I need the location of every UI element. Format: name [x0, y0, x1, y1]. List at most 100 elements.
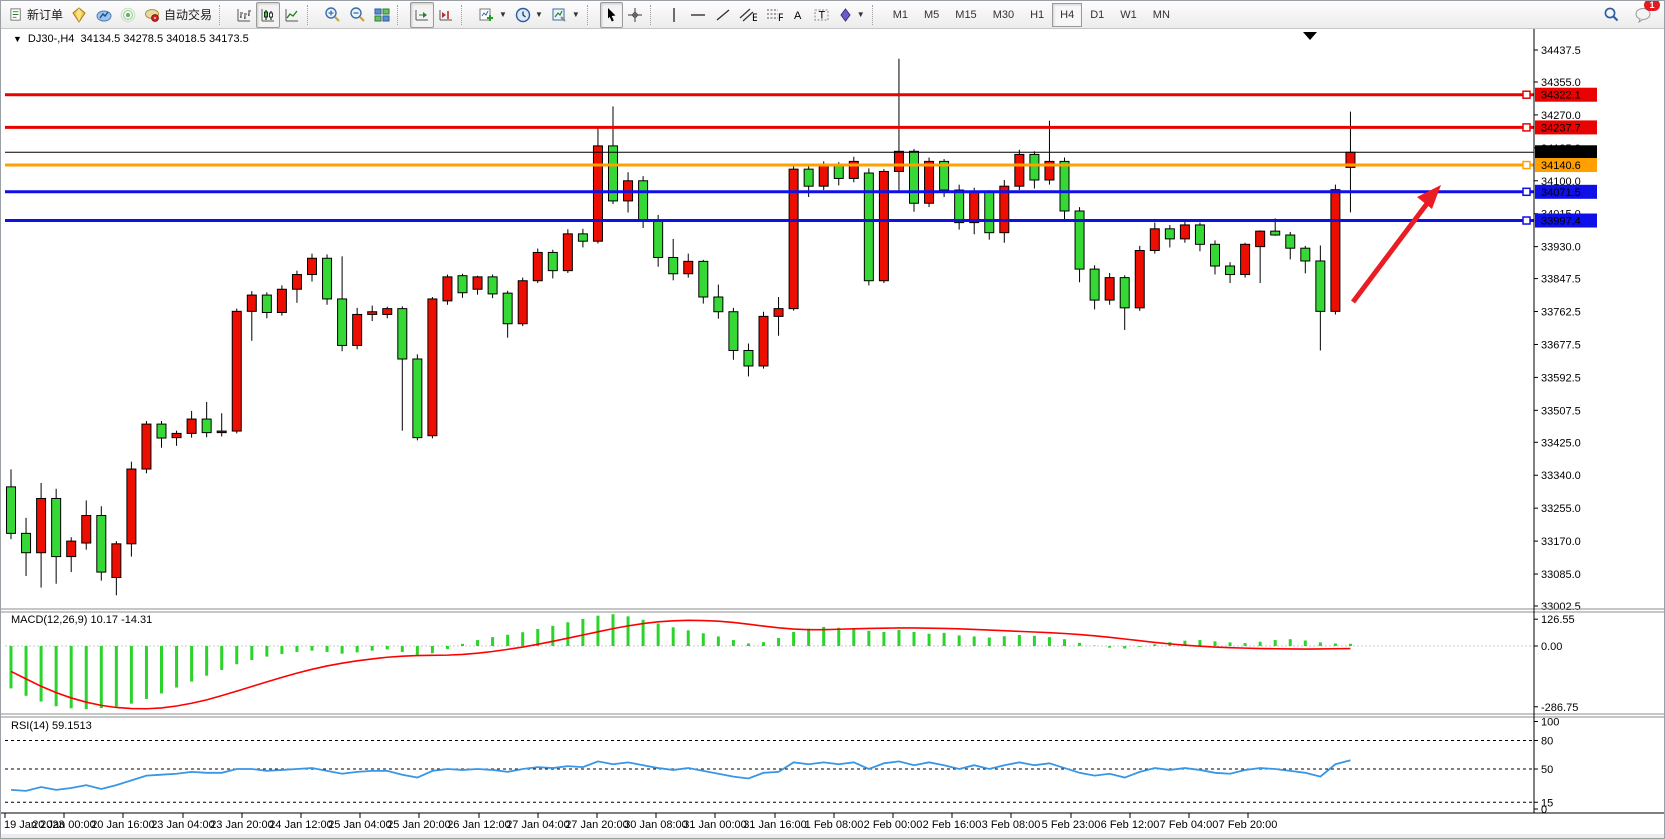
label-icon: T [813, 7, 830, 23]
new-chart-button[interactable]: ▼ [474, 2, 511, 28]
market-depth-button[interactable] [67, 2, 91, 28]
svg-text:80: 80 [1541, 736, 1553, 748]
text-button[interactable]: A [787, 2, 809, 28]
timeframe-MN[interactable]: MN [1145, 3, 1178, 27]
clock-icon [515, 7, 531, 23]
fibonacci-icon: F [765, 7, 783, 23]
chart-autoscroll-button[interactable] [410, 2, 434, 28]
svg-text:1 Feb 08:00: 1 Feb 08:00 [805, 819, 864, 831]
cloud-chart-icon [95, 7, 112, 23]
svg-text:31 Jan 00:00: 31 Jan 00:00 [683, 819, 747, 831]
svg-text:33170.0: 33170.0 [1541, 536, 1581, 548]
autoscroll-icon [414, 7, 430, 23]
tile-windows-icon [374, 7, 390, 23]
svg-text:2 Feb 16:00: 2 Feb 16:00 [923, 819, 982, 831]
new-order-button[interactable]: 新订单 [5, 2, 67, 28]
svg-text:25 Jan 20:00: 25 Jan 20:00 [387, 819, 451, 831]
svg-text:5 Feb 23:00: 5 Feb 23:00 [1042, 819, 1101, 831]
zoom-in-icon [324, 6, 341, 23]
crosshair-button[interactable] [623, 2, 647, 28]
channel-icon: E [739, 7, 757, 23]
horizontal-line-button[interactable] [685, 2, 711, 28]
shapes-button[interactable]: ▼ [834, 2, 869, 28]
timeframe-M30[interactable]: M30 [985, 3, 1022, 27]
dropdown-caret-icon: ▼ [572, 10, 580, 19]
crosshair-icon [627, 7, 643, 23]
strategy-tester-button[interactable] [91, 2, 116, 28]
rsi-indicator-label: RSI(14) 59.1513 [11, 720, 92, 732]
svg-text:33085.0: 33085.0 [1541, 569, 1581, 581]
svg-text:33425.0: 33425.0 [1541, 437, 1581, 449]
svg-text:3 Feb 08:00: 3 Feb 08:00 [982, 819, 1041, 831]
svg-text:24 Jan 12:00: 24 Jan 12:00 [269, 819, 333, 831]
svg-text:34173.5: 34173.5 [1541, 147, 1581, 159]
svg-text:34140.6: 34140.6 [1541, 160, 1581, 172]
zoom-in-button[interactable] [320, 2, 345, 28]
svg-text:F: F [778, 12, 783, 23]
svg-text:31 Jan 16:00: 31 Jan 16:00 [743, 819, 807, 831]
svg-text:27 Jan 04:00: 27 Jan 04:00 [506, 819, 570, 831]
timeframe-M5[interactable]: M5 [916, 3, 947, 27]
toolbar-grip [397, 5, 405, 25]
cursor-icon [604, 7, 619, 23]
svg-text:E: E [752, 12, 757, 23]
line-chart-button[interactable] [280, 2, 304, 28]
dropdown-caret-icon: ▼ [535, 10, 543, 19]
templates-button[interactable]: ▼ [547, 2, 584, 28]
svg-text:30 Jan 08:00: 30 Jan 08:00 [624, 819, 688, 831]
shapes-icon [838, 7, 853, 23]
dropdown-caret-icon: ▼ [499, 10, 507, 19]
search-button[interactable] [1598, 2, 1624, 28]
svg-text:33507.5: 33507.5 [1541, 405, 1581, 417]
timeframe-D1[interactable]: D1 [1082, 3, 1112, 27]
toolbar: 新订单 自动交易 [1, 1, 1665, 29]
svg-text:23 Jan 20:00: 23 Jan 20:00 [210, 819, 274, 831]
macd-indicator-label: MACD(12,26,9) 10.17 -14.31 [11, 614, 152, 626]
timeframe-W1[interactable]: W1 [1112, 3, 1145, 27]
svg-text:33002.5: 33002.5 [1541, 601, 1581, 613]
svg-text:0.00: 0.00 [1541, 641, 1562, 653]
vertical-line-button[interactable] [663, 2, 685, 28]
signals-button[interactable] [116, 2, 140, 28]
toolbar-grip [307, 5, 315, 25]
toolbar-grip [461, 5, 469, 25]
chart-shift-button[interactable] [434, 2, 458, 28]
svg-text:20 Jan 00:00: 20 Jan 00:00 [32, 819, 96, 831]
templates-icon [551, 7, 568, 23]
one-click-trading-arrow-icon[interactable]: ▼ [13, 34, 22, 44]
svg-text:34355.0: 34355.0 [1541, 77, 1581, 89]
text-icon: A [791, 7, 805, 23]
equidistant-channel-button[interactable]: E [735, 2, 761, 28]
svg-text:33592.5: 33592.5 [1541, 372, 1581, 384]
timeframe-M15[interactable]: M15 [947, 3, 984, 27]
timeframe-M1[interactable]: M1 [885, 3, 916, 27]
svg-text:23 Jan 04:00: 23 Jan 04:00 [151, 819, 215, 831]
tile-windows-button[interactable] [370, 2, 394, 28]
rsi-value: 59.1513 [52, 720, 92, 732]
svg-text:T: T [818, 9, 825, 21]
new-order-icon [9, 7, 24, 22]
cursor-button[interactable] [600, 2, 623, 28]
horizontal-line-icon [689, 7, 707, 23]
svg-text:34071.5: 34071.5 [1541, 187, 1581, 199]
svg-text:26 Jan 12:00: 26 Jan 12:00 [447, 819, 511, 831]
auto-trading-button[interactable]: 自动交易 [140, 2, 216, 28]
toolbar-grip [219, 5, 227, 25]
chart-canvas[interactable]: 34437.534355.034270.034185.034100.034015… [1, 1, 1665, 839]
timeframe-H1[interactable]: H1 [1022, 3, 1052, 27]
period-button[interactable]: ▼ [511, 2, 547, 28]
trendline-button[interactable] [711, 2, 735, 28]
zoom-out-button[interactable] [345, 2, 370, 28]
timeframe-H4[interactable]: H4 [1052, 3, 1082, 27]
candlestick-chart-button[interactable] [256, 2, 280, 28]
svg-text:-286.75: -286.75 [1541, 702, 1578, 714]
bar-chart-button[interactable] [232, 2, 256, 28]
dropdown-caret-icon: ▼ [857, 10, 865, 19]
notifications-button[interactable]: 1 [1630, 2, 1656, 28]
label-button[interactable]: T [809, 2, 834, 28]
fibonacci-button[interactable]: F [761, 2, 787, 28]
svg-text:33255.0: 33255.0 [1541, 503, 1581, 515]
svg-text:100: 100 [1541, 717, 1559, 729]
terminal-window: 34437.534355.034270.034185.034100.034015… [0, 0, 1665, 839]
new-chart-icon [478, 7, 495, 23]
